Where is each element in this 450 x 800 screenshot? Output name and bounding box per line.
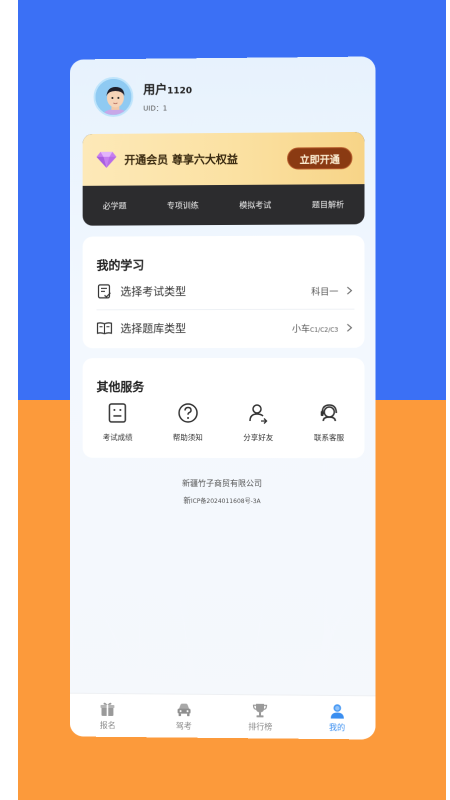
diamond-icon [96,152,117,169]
user-uid: UID：1 [143,103,168,113]
tab-mine[interactable]: 我的 [307,702,367,733]
icp-prefix: 新 [183,495,191,505]
book-icon [97,320,113,336]
bank-type-value-main: 小车 [292,324,311,335]
tab-driving-test[interactable]: 驾考 [154,701,214,732]
service-customer-support-label: 联系客服 [313,433,345,443]
bank-type-value: 小车C1/C2/C3 [292,321,338,334]
bank-type-value-small: C1/C2/C3 [310,326,339,334]
tab-leaderboard[interactable]: 排行榜 [230,702,290,733]
tab-driving-test-label: 驾考 [175,721,192,731]
service-share[interactable]: 分享好友 [228,402,288,443]
username-prefix: 用户 [143,82,168,97]
exam-list-icon [97,283,113,299]
row-divider [96,308,355,311]
gift-icon [100,702,115,716]
trophy-icon [252,702,268,717]
service-help[interactable]: 帮助须知 [158,402,218,443]
exam-type-value-main: 科目一 [311,287,339,298]
service-share-label: 分享好友 [243,433,274,443]
tab-leaderboard-label: 排行榜 [248,721,273,731]
service-exam-score[interactable]: 考试成绩 [88,402,148,443]
service-exam-score-label: 考试成绩 [102,432,133,442]
username-number: 1120 [167,85,193,96]
vip-tab-question-analysis[interactable]: 题目解析 [312,199,344,210]
other-services-card: 其他服务 考试成绩 帮助须知 分享好友 联系客服 [82,357,365,459]
profile-header[interactable]: 用户1120 UID：1 [93,76,192,118]
vip-card: 开通会员 尊享六大权益 立即开通 必学题 专项训练 模拟考试 题目解析 [82,131,365,226]
tab-signup-label: 报名 [99,720,116,730]
icp-code: ICP备2024011608号-3A [190,497,261,506]
tab-mine-label: 我的 [329,722,346,732]
tab-signup[interactable]: 报名 [78,700,138,730]
select-exam-type-label: 选择考试类型 [120,285,187,299]
bottom-tab-bar: 报名 驾考 排行榜 我的 [69,692,376,740]
vip-tab-special-training[interactable]: 专项训练 [167,200,199,211]
background-white-edge [446,0,450,800]
exam-type-value: 科目一 [311,284,338,297]
chevron-right-icon [344,286,354,296]
footer: 新疆竹子商贸有限公司 新ICP备2024011608号-3A [70,478,376,507]
phone-screen: 用户1120 UID：1 开通会员 尊享六大权益 立即开通 必学题 专项训练 模… [69,56,376,740]
customer-service-icon [318,402,340,424]
vip-tab-mock-exam[interactable]: 模拟考试 [239,199,271,210]
share-icon [249,403,268,424]
car-icon [177,703,191,717]
chevron-right-icon [344,323,354,333]
vip-tab-must-learn[interactable]: 必学题 [103,200,127,211]
my-study-title: 我的学习 [96,258,145,273]
user-icon [330,703,344,719]
select-bank-type-row[interactable]: 选择题库类型 小车C1/C2/C3 [97,313,355,344]
vip-benefits-bar: 必学题 专项训练 模拟考试 题目解析 [83,184,365,226]
open-membership-button[interactable]: 立即开通 [287,147,353,170]
icp-record[interactable]: 新ICP备2024011608号-3A [70,495,376,507]
background-white-strip [0,0,18,800]
select-bank-type-label: 选择题库类型 [120,322,187,336]
vip-banner: 开通会员 尊享六大权益 立即开通 [82,131,365,186]
avatar[interactable] [93,76,134,118]
username: 用户1120 [143,80,192,97]
avatar-illustration [95,79,134,118]
company-name: 新疆竹子商贸有限公司 [182,478,263,489]
service-help-label: 帮助须知 [172,432,203,442]
vip-title: 开通会员 尊享六大权益 [124,152,238,167]
my-study-card: 我的学习 选择考试类型 科目一 选择题库类型 小车C1/C2/C3 [82,235,365,349]
other-services-title: 其他服务 [96,380,145,395]
services-grid: 考试成绩 帮助须知 分享好友 联系客服 [83,402,365,443]
help-icon [178,403,198,424]
service-customer-support[interactable]: 联系客服 [299,402,359,443]
select-exam-type-row[interactable]: 选择考试类型 科目一 [97,276,355,307]
score-icon [107,402,129,424]
